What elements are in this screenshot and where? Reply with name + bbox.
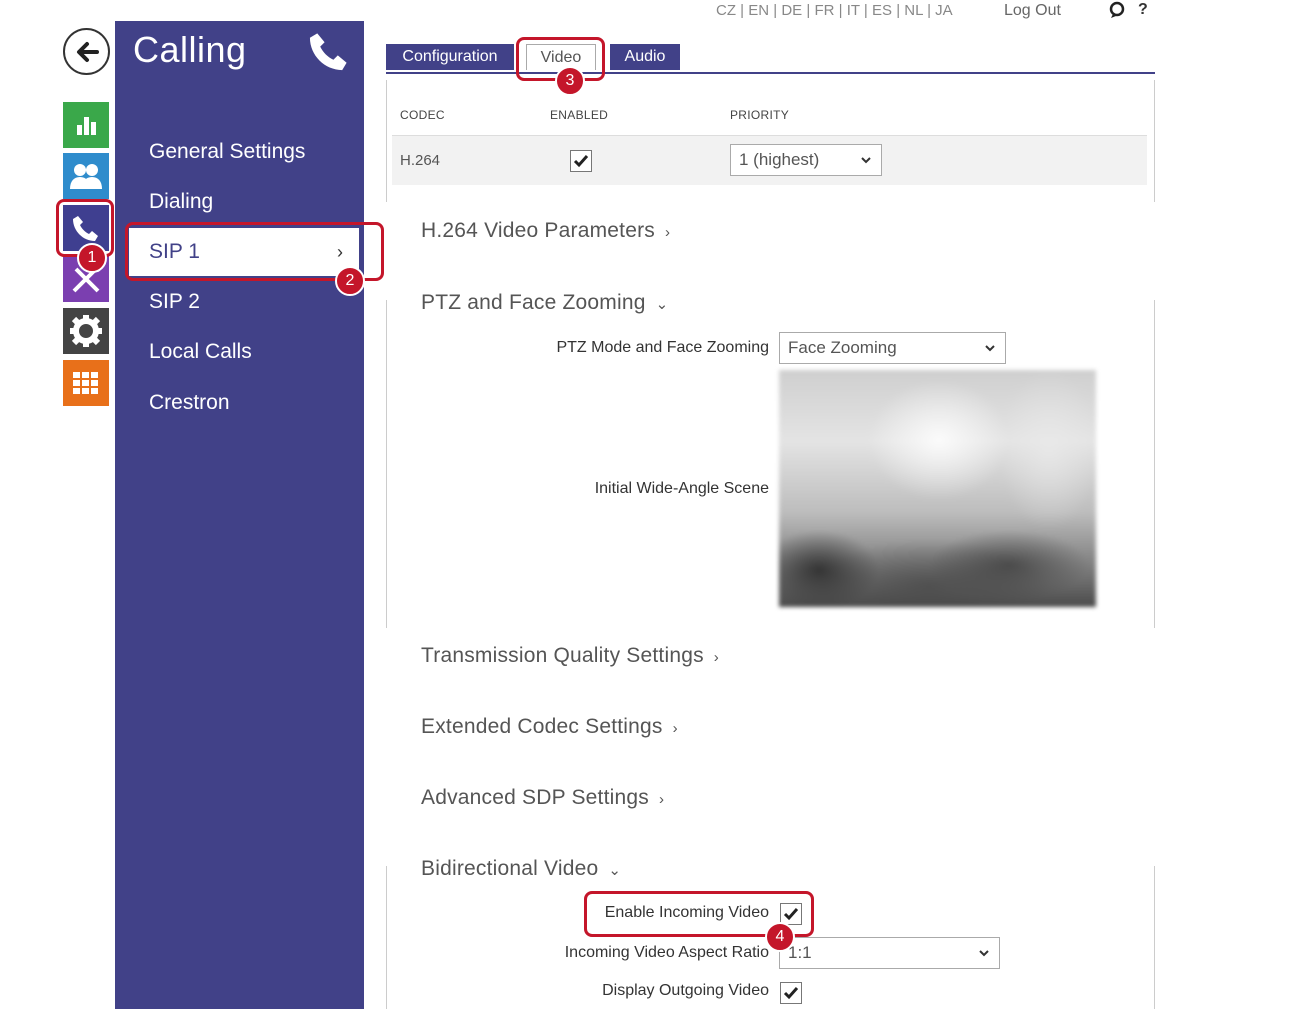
lang-fr[interactable]: FR xyxy=(814,2,834,19)
tab-configuration[interactable]: Configuration xyxy=(386,44,514,70)
annotation-badge-3: 3 xyxy=(555,66,585,96)
wide-angle-scene-image[interactable] xyxy=(779,370,1096,607)
help-link[interactable]: ? xyxy=(1138,1,1148,19)
lang-es[interactable]: ES xyxy=(872,2,892,19)
chevron-down-icon xyxy=(979,950,989,957)
annotation-badge-1: 1 xyxy=(77,243,107,273)
outgoing-video-label: Display Outgoing Video xyxy=(602,982,769,999)
chevron-down-icon xyxy=(985,345,995,352)
chevron-right-icon: › xyxy=(672,720,678,737)
back-arrow-icon xyxy=(76,41,99,62)
enabled-header: ENABLED xyxy=(550,108,609,122)
logout-link[interactable]: Log Out xyxy=(1004,2,1061,20)
sidebar-title: Calling xyxy=(133,29,247,70)
section-h264-video-parameters[interactable]: H.264 Video Parameters › xyxy=(421,219,670,243)
phone-icon xyxy=(307,29,351,78)
ptz-mode-select[interactable]: Face Zooming xyxy=(779,332,1006,364)
tab-underline xyxy=(386,72,1155,74)
lang-de[interactable]: DE xyxy=(781,2,802,19)
priority-select[interactable]: 1 (highest) xyxy=(730,144,882,176)
chat-icon[interactable] xyxy=(1108,1,1126,24)
sidebar-item-sip2[interactable]: SIP 2 xyxy=(149,290,200,314)
sidebar-item-dialing[interactable]: Dialing xyxy=(149,190,213,214)
lang-it[interactable]: IT xyxy=(847,2,860,19)
section-extended-codec[interactable]: Extended Codec Settings › xyxy=(421,715,678,739)
aspect-ratio-label: Incoming Video Aspect Ratio xyxy=(564,944,769,961)
directory-icon[interactable] xyxy=(63,153,109,199)
codec-name: H.264 xyxy=(400,152,441,169)
chevron-down-icon: ⌄ xyxy=(655,296,669,313)
section-transmission-quality[interactable]: Transmission Quality Settings › xyxy=(421,644,719,668)
ptz-mode-label: PTZ Mode and Face Zooming xyxy=(556,339,769,356)
lang-cz[interactable]: CZ xyxy=(716,2,736,19)
outgoing-video-checkbox[interactable] xyxy=(780,982,802,1004)
chevron-down-icon xyxy=(861,157,871,164)
language-switcher: CZ | EN | DE | FR | IT | ES | NL | JA xyxy=(716,2,953,19)
aspect-ratio-select[interactable]: 1:1 xyxy=(779,937,1000,969)
annotation-badge-4: 4 xyxy=(765,922,795,952)
lang-ja[interactable]: JA xyxy=(935,2,953,19)
sidebar: Calling General Settings Dialing SIP 1 ›… xyxy=(115,21,364,1009)
chevron-right-icon: › xyxy=(658,791,665,808)
scene-label: Initial Wide-Angle Scene xyxy=(594,480,769,497)
lang-en[interactable]: EN xyxy=(748,2,769,19)
sidebar-item-local-calls[interactable]: Local Calls xyxy=(149,340,252,364)
checkmark-icon xyxy=(783,987,799,1000)
chevron-right-icon: › xyxy=(664,224,671,241)
section-bidirectional-video[interactable]: Bidirectional Video ⌄ xyxy=(421,857,621,881)
codec-header: CODEC xyxy=(400,108,445,122)
priority-header: PRIORITY xyxy=(730,108,790,122)
section-advanced-sdp[interactable]: Advanced SDP Settings › xyxy=(421,786,664,810)
chevron-right-icon: › xyxy=(713,649,719,666)
lang-nl[interactable]: NL xyxy=(904,2,923,19)
chevron-down-icon: ⌄ xyxy=(608,862,622,879)
tab-audio[interactable]: Audio xyxy=(610,44,680,70)
sidebar-item-general-settings[interactable]: General Settings xyxy=(149,140,305,164)
gear-icon[interactable] xyxy=(63,308,109,354)
checkmark-icon xyxy=(573,155,589,168)
codec-enabled-checkbox[interactable] xyxy=(570,150,592,172)
status-icon[interactable] xyxy=(63,102,109,148)
grid-icon[interactable] xyxy=(63,360,109,406)
back-button[interactable] xyxy=(63,28,110,75)
annotation-badge-2: 2 xyxy=(335,266,365,296)
section-ptz-face-zooming[interactable]: PTZ and Face Zooming ⌄ xyxy=(421,291,668,315)
sidebar-item-crestron[interactable]: Crestron xyxy=(149,391,230,415)
